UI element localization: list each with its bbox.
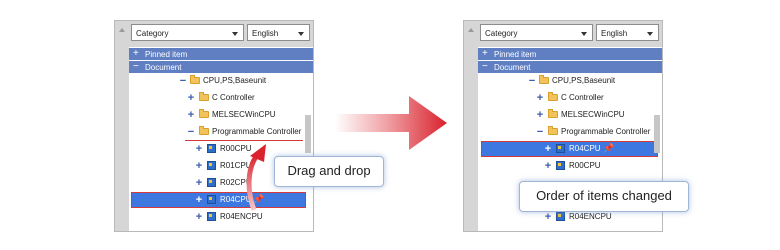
collapse-strip[interactable] [464,21,478,231]
filter-bar: Category English [478,21,662,47]
order-changed-callout: Order of items changed [519,181,689,212]
transition-arrow-icon [335,96,447,150]
tree-item-c-controller[interactable]: + C Controller [129,90,313,106]
tree-item-r04cpu-selected[interactable]: + R04CPU 📌 [481,141,658,157]
tree-item-label: CPU,PS,Baseunit [203,76,267,85]
cpu-module-icon [556,161,565,170]
tree-item-label: C Controller [561,93,604,102]
drag-and-drop-callout: Drag and drop [274,156,384,187]
collapse-icon[interactable]: − [527,74,537,88]
expand-icon[interactable]: + [194,210,204,224]
folder-icon [548,126,558,135]
tree-item-cpu-ps-baseunit[interactable]: − CPU,PS,Baseunit [129,73,313,89]
expand-icon[interactable]: + [535,108,545,122]
chevron-down-icon [232,32,238,36]
tree-item-r00cpu[interactable]: + R00CPU [478,158,662,174]
category-select[interactable]: Category [480,24,593,41]
callout-text: Order of items changed [536,188,672,203]
tree-item-label: Programmable Controller [561,127,651,136]
expand-icon[interactable]: + [543,142,553,156]
document-label: Document [494,63,531,72]
collapse-strip[interactable] [115,21,129,231]
tree-item-c-controller[interactable]: + C Controller [478,90,662,106]
expand-icon[interactable]: + [194,176,204,190]
category-select-value: Category [485,29,518,38]
cpu-module-icon [207,178,216,187]
folder-icon [199,126,209,135]
expand-icon[interactable]: + [535,91,545,105]
collapse-icon[interactable]: − [186,125,196,139]
category-select-value: Category [136,29,169,38]
tree-item-label: Programmable Controller [212,127,302,136]
collapse-up-icon[interactable] [119,28,125,32]
folder-icon [199,92,209,101]
folder-icon [548,92,558,101]
document-header[interactable]: − Document [129,61,313,73]
drag-arrow-icon [246,144,266,211]
expand-icon: + [133,48,139,59]
tree-item-r00cpu[interactable]: + R00CPU [129,141,313,157]
collapse-icon: − [133,61,139,72]
navigation-panel-before: Category English + Pinned item − Document … [114,20,314,232]
cpu-module-icon [207,212,216,221]
collapse-icon[interactable]: − [535,125,545,139]
cpu-module-icon [207,161,216,170]
tree-item-label: CPU,PS,Baseunit [552,76,616,85]
expand-icon[interactable]: + [186,108,196,122]
tree-item-programmable-controller[interactable]: − Programmable Controller [129,124,313,140]
expand-icon[interactable]: + [543,159,553,173]
language-select[interactable]: English [596,24,659,41]
tree-item-label: R04CPU [569,144,601,153]
category-select[interactable]: Category [131,24,244,41]
tree-item-label: R00CPU [569,161,601,170]
callout-text: Drag and drop [287,163,371,178]
tree-item-r04encpu[interactable]: + R04ENCPU [129,209,313,225]
chevron-down-icon [581,32,587,36]
pinned-item-label: Pinned item [145,50,188,59]
pinned-item-label: Pinned item [494,50,537,59]
scrollbar-thumb[interactable] [654,115,660,153]
tree-item-label: MELSECWinCPU [561,110,625,119]
language-select-value: English [601,29,628,38]
expand-icon[interactable]: + [194,193,204,207]
chevron-down-icon [647,32,653,36]
collapse-up-icon[interactable] [468,28,474,32]
collapse-icon: − [482,61,488,72]
chevron-down-icon [298,32,304,36]
cpu-module-icon [556,144,565,153]
folder-icon [539,75,549,84]
cpu-module-icon [556,212,565,221]
tree-item-label: R04ENCPU [569,212,612,221]
tree-item-cpu-ps-baseunit[interactable]: − CPU,PS,Baseunit [478,73,662,89]
expand-icon[interactable]: + [186,91,196,105]
expand-icon: + [482,48,488,59]
document-tree: − CPU,PS,Baseunit + C Controller + MELSE… [129,73,313,231]
document-header[interactable]: − Document [478,61,662,73]
folder-icon [190,75,200,84]
scrollbar-thumb[interactable] [305,115,311,153]
pinned-item-header[interactable]: + Pinned item [478,48,662,60]
cpu-module-icon [207,144,216,153]
cpu-module-icon [207,195,216,204]
folder-icon [548,109,558,118]
tree-item-label: C Controller [212,93,255,102]
tree-item-r04cpu-selected[interactable]: + R04CPU 📌 [131,192,306,208]
tree-item-melsecwincpu[interactable]: + MELSECWinCPU [478,107,662,123]
collapse-icon[interactable]: − [178,74,188,88]
document-label: Document [145,63,182,72]
tree-item-label: MELSECWinCPU [212,110,276,119]
pin-icon[interactable]: 📌 [603,143,614,154]
expand-icon[interactable]: + [194,159,204,173]
language-select-value: English [252,29,279,38]
filter-bar: Category English [129,21,313,47]
pinned-item-header[interactable]: + Pinned item [129,48,313,60]
language-select[interactable]: English [247,24,310,41]
expand-icon[interactable]: + [543,210,553,224]
folder-icon [199,109,209,118]
expand-icon[interactable]: + [194,142,204,156]
tree-item-melsecwincpu[interactable]: + MELSECWinCPU [129,107,313,123]
tree-item-programmable-controller[interactable]: − Programmable Controller [478,124,662,140]
